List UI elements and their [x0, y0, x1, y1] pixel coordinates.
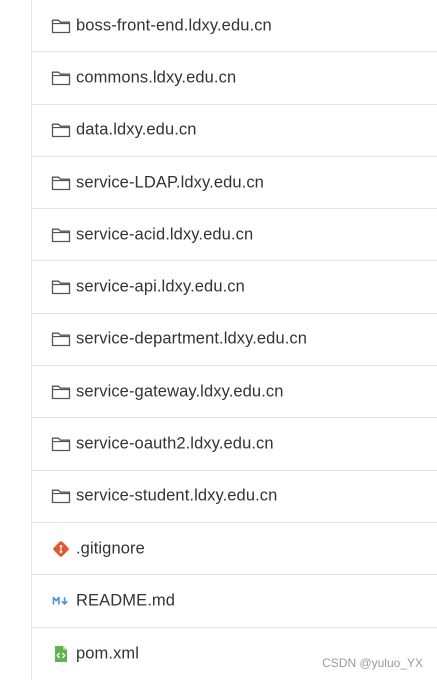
file-name: boss-front-end.ldxy.edu.cn [76, 16, 272, 35]
folder-icon [50, 69, 72, 87]
file-row-service-acid[interactable]: service-acid.ldxy.edu.cn [32, 209, 437, 262]
file-name: service-gateway.ldxy.edu.cn [76, 382, 284, 401]
file-name: service-acid.ldxy.edu.cn [76, 225, 254, 244]
file-name: service-LDAP.ldxy.edu.cn [76, 173, 264, 192]
file-name: service-api.ldxy.edu.cn [76, 277, 245, 296]
file-name: service-oauth2.ldxy.edu.cn [76, 434, 274, 453]
file-name: service-department.ldxy.edu.cn [76, 329, 308, 348]
file-name: service-student.ldxy.edu.cn [76, 486, 278, 505]
file-name: pom.xml [76, 644, 140, 663]
folder-icon [50, 487, 72, 505]
folder-icon [50, 330, 72, 348]
file-name: data.ldxy.edu.cn [76, 120, 197, 139]
markdown-icon [50, 592, 72, 610]
xml-file-icon [50, 645, 72, 663]
folder-icon [50, 226, 72, 244]
file-row-service-ldap[interactable]: service-LDAP.ldxy.edu.cn [32, 157, 437, 210]
file-row-service-student[interactable]: service-student.ldxy.edu.cn [32, 471, 437, 523]
file-row-service-department[interactable]: service-department.ldxy.edu.cn [32, 314, 437, 367]
folder-icon [50, 435, 72, 453]
watermark: CSDN @yuluo_YX [322, 656, 423, 670]
file-row-service-oauth2[interactable]: service-oauth2.ldxy.edu.cn [32, 418, 437, 471]
file-list: boss-front-end.ldxy.edu.cn commons.ldxy.… [31, 0, 437, 680]
folder-icon [50, 121, 72, 139]
file-row-service-gateway[interactable]: service-gateway.ldxy.edu.cn [32, 366, 437, 419]
file-row-boss-front-end[interactable]: boss-front-end.ldxy.edu.cn [32, 0, 437, 53]
file-row-service-api[interactable]: service-api.ldxy.edu.cn [32, 261, 437, 314]
folder-icon [50, 278, 72, 296]
folder-icon [50, 383, 72, 401]
file-row-commons[interactable]: commons.ldxy.edu.cn [32, 52, 437, 105]
file-row-readme[interactable]: README.md [32, 575, 437, 628]
file-row-data[interactable]: data.ldxy.edu.cn [32, 105, 437, 157]
file-name: README.md [76, 591, 175, 610]
folder-icon [50, 174, 72, 192]
git-icon [50, 540, 72, 558]
file-row-gitignore[interactable]: .gitignore [32, 523, 437, 576]
file-name: .gitignore [76, 539, 145, 558]
file-name: commons.ldxy.edu.cn [76, 68, 237, 87]
file-row-pom[interactable]: pom.xml [32, 628, 437, 680]
folder-icon [50, 17, 72, 35]
